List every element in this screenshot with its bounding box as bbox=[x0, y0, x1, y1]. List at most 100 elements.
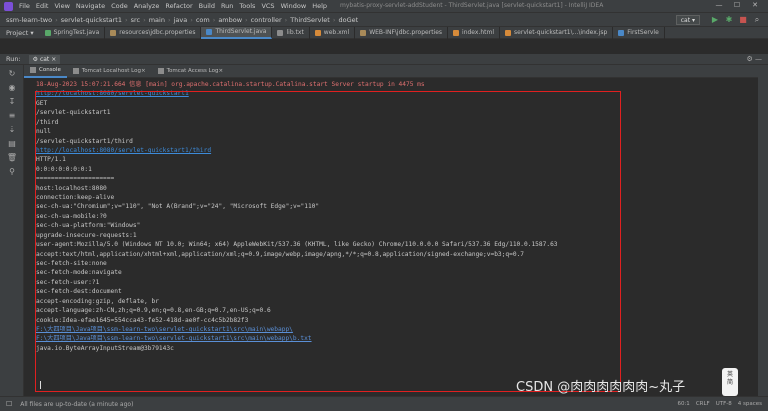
chevron-right-icon: › bbox=[125, 15, 128, 24]
ime-script: 简 bbox=[726, 379, 733, 386]
html-file-icon bbox=[453, 29, 460, 36]
csdn-watermark: CSDN @肉肉肉肉肉肉~丸子 bbox=[516, 380, 686, 395]
log-icon bbox=[157, 68, 164, 74]
tab-console[interactable]: Console bbox=[24, 65, 67, 78]
tomcat-icon: ⚙ bbox=[32, 55, 40, 63]
properties-file-icon bbox=[110, 29, 117, 36]
run-config-select[interactable]: cat ▾ bbox=[675, 15, 700, 25]
update-icon[interactable]: ↧ bbox=[6, 97, 18, 107]
print-icon[interactable]: ▤ bbox=[6, 139, 18, 149]
properties-file-icon bbox=[360, 29, 367, 36]
breadcrumb-item[interactable]: ssm-learn-two bbox=[6, 16, 52, 24]
search-icon[interactable]: ⌕ bbox=[752, 15, 762, 25]
menu-refactor[interactable]: Refactor bbox=[165, 2, 192, 10]
stop-icon[interactable]: ■ bbox=[738, 15, 748, 25]
menu-tools[interactable]: Tools bbox=[239, 2, 255, 10]
gear-icon[interactable]: ⚙ — bbox=[746, 55, 762, 63]
console-line: 18-Aug-2023 15:07:21.664 信息 [main] org.a… bbox=[36, 81, 425, 88]
breadcrumb-item[interactable]: controller bbox=[251, 16, 282, 24]
editor-tab-label: servlet-quickstart1\...\index.jsp bbox=[514, 29, 608, 36]
breadcrumb-item[interactable]: doGet bbox=[338, 16, 358, 24]
chevron-right-icon: › bbox=[332, 15, 336, 24]
editor-tab-label: lib.txt bbox=[286, 29, 304, 36]
menu-vcs[interactable]: VCS bbox=[261, 2, 274, 10]
close-icon[interactable]: ✕ bbox=[746, 1, 764, 9]
tab-label: Tomcat Access Log bbox=[166, 68, 219, 74]
editor-tab-label: resources\jdbc.properties bbox=[119, 29, 196, 36]
menu-help[interactable]: Help bbox=[312, 2, 327, 10]
chevron-right-icon: › bbox=[212, 15, 216, 24]
debug-icon[interactable]: ✱ bbox=[724, 15, 734, 25]
editor-tab-label: index.html bbox=[462, 29, 495, 36]
editor-tab-label: ThirdServlet.java bbox=[215, 28, 267, 35]
navigation-bar: ssm-learn-two › servlet-quickstart1 › src ›… bbox=[0, 12, 768, 26]
editor-tab[interactable]: index.html bbox=[448, 26, 501, 39]
editor-tab[interactable]: lib.txt bbox=[272, 26, 310, 39]
editor-tab[interactable]: resources\jdbc.properties bbox=[105, 26, 202, 39]
line-separator[interactable]: CRLF bbox=[696, 401, 710, 407]
chevron-right-icon: › bbox=[143, 15, 146, 24]
menu-window[interactable]: Window bbox=[281, 2, 307, 10]
menu-analyze[interactable]: Analyze bbox=[134, 2, 160, 10]
console-icon bbox=[30, 67, 36, 73]
soft-wrap-icon[interactable]: ≡ bbox=[6, 111, 18, 121]
breadcrumb-item[interactable]: java bbox=[174, 16, 188, 24]
editor-tab-label: WEB-INF\jdbc.properties bbox=[369, 29, 443, 36]
menu-bar: File Edit View Navigate Code Analyze Ref… bbox=[0, 0, 768, 12]
editor-tab-label: web.xml bbox=[323, 29, 350, 36]
editor-tab[interactable]: FirstServle bbox=[613, 26, 665, 39]
run-icon[interactable]: ▶ bbox=[710, 15, 720, 25]
run-toolbar: cat ▾ ▶ ✱ ■ ⌕ bbox=[675, 15, 762, 25]
breadcrumb-item[interactable]: main bbox=[149, 16, 165, 24]
file-encoding[interactable]: UTF-8 bbox=[716, 401, 732, 407]
menu-view[interactable]: View bbox=[54, 2, 69, 10]
ime-indicator[interactable]: 英简 bbox=[722, 368, 738, 396]
java-file-icon bbox=[618, 29, 625, 36]
tab-tomcat-access-log[interactable]: Tomcat Access Log × bbox=[152, 65, 229, 78]
breadcrumb-item[interactable]: src bbox=[131, 16, 141, 24]
run-left-toolstrip: ↻ ◉ ↧ ≡ ⇣ ▤ 🗑 ⚲ bbox=[0, 65, 24, 396]
window-title: mybatis-proxy-servlet-addStudent - Third… bbox=[340, 2, 604, 9]
menu-run[interactable]: Run bbox=[221, 2, 233, 10]
caret-position[interactable]: 60:1 bbox=[677, 401, 689, 407]
scroll-end-icon[interactable]: ⇣ bbox=[6, 125, 18, 135]
intellij-logo-icon bbox=[4, 1, 13, 11]
minimize-icon[interactable]: — bbox=[710, 1, 728, 9]
breadcrumb-item[interactable]: com bbox=[196, 16, 210, 24]
trash-icon[interactable]: 🗑 bbox=[6, 153, 18, 163]
menu-code[interactable]: Code bbox=[111, 2, 128, 10]
jsp-file-icon bbox=[505, 29, 512, 36]
breadcrumb-item[interactable]: servlet-quickstart1 bbox=[61, 16, 122, 24]
maximize-icon[interactable]: ☐ bbox=[728, 1, 746, 9]
menu-build[interactable]: Build bbox=[199, 2, 215, 10]
chevron-right-icon: › bbox=[55, 15, 58, 24]
chevron-right-icon: › bbox=[190, 15, 193, 24]
chevron-right-icon: › bbox=[284, 15, 288, 24]
status-message: All files are up-to-date (a minute ago) bbox=[20, 400, 134, 408]
editor-tab[interactable]: SpringTest.java bbox=[40, 26, 106, 39]
tab-tomcat-localhost-log[interactable]: Tomcat Localhost Log × bbox=[67, 65, 152, 78]
console-tab-bar: Console Tomcat Localhost Log × Tomcat Ac… bbox=[24, 65, 768, 78]
editor-tab[interactable]: WEB-INF\jdbc.properties bbox=[355, 26, 449, 39]
menu-file[interactable]: File bbox=[19, 2, 30, 10]
breadcrumb-item[interactable]: ThirdServlet bbox=[290, 16, 330, 24]
editor-tab-active[interactable]: ThirdServlet.java bbox=[201, 26, 273, 39]
project-tool-button[interactable]: Project ▾ bbox=[0, 29, 40, 37]
run-config-label: cat bbox=[680, 16, 691, 24]
xml-file-icon bbox=[314, 29, 321, 36]
status-bar: ☐ All files are up-to-date (a minute ago… bbox=[0, 396, 768, 411]
rerun-icon[interactable]: ↻ bbox=[6, 69, 18, 79]
right-tool-strip bbox=[758, 65, 768, 396]
menu-edit[interactable]: Edit bbox=[36, 2, 49, 10]
editor-tab-label: FirstServle bbox=[627, 29, 659, 36]
indent-setting[interactable]: 4 spaces bbox=[738, 401, 762, 407]
java-file-icon bbox=[44, 29, 51, 36]
run-tab[interactable]: ⚙ cat × bbox=[28, 54, 61, 64]
pin-icon[interactable]: ⚲ bbox=[6, 167, 18, 177]
breadcrumb-item[interactable]: ambow bbox=[218, 16, 242, 24]
camera-icon[interactable]: ◉ bbox=[6, 83, 18, 93]
editor-tab-bar: Project ▾ SpringTest.java resources\jdbc… bbox=[0, 26, 768, 39]
editor-tab[interactable]: web.xml bbox=[310, 26, 356, 39]
menu-navigate[interactable]: Navigate bbox=[76, 2, 105, 10]
editor-tab[interactable]: servlet-quickstart1\...\index.jsp bbox=[500, 26, 614, 39]
